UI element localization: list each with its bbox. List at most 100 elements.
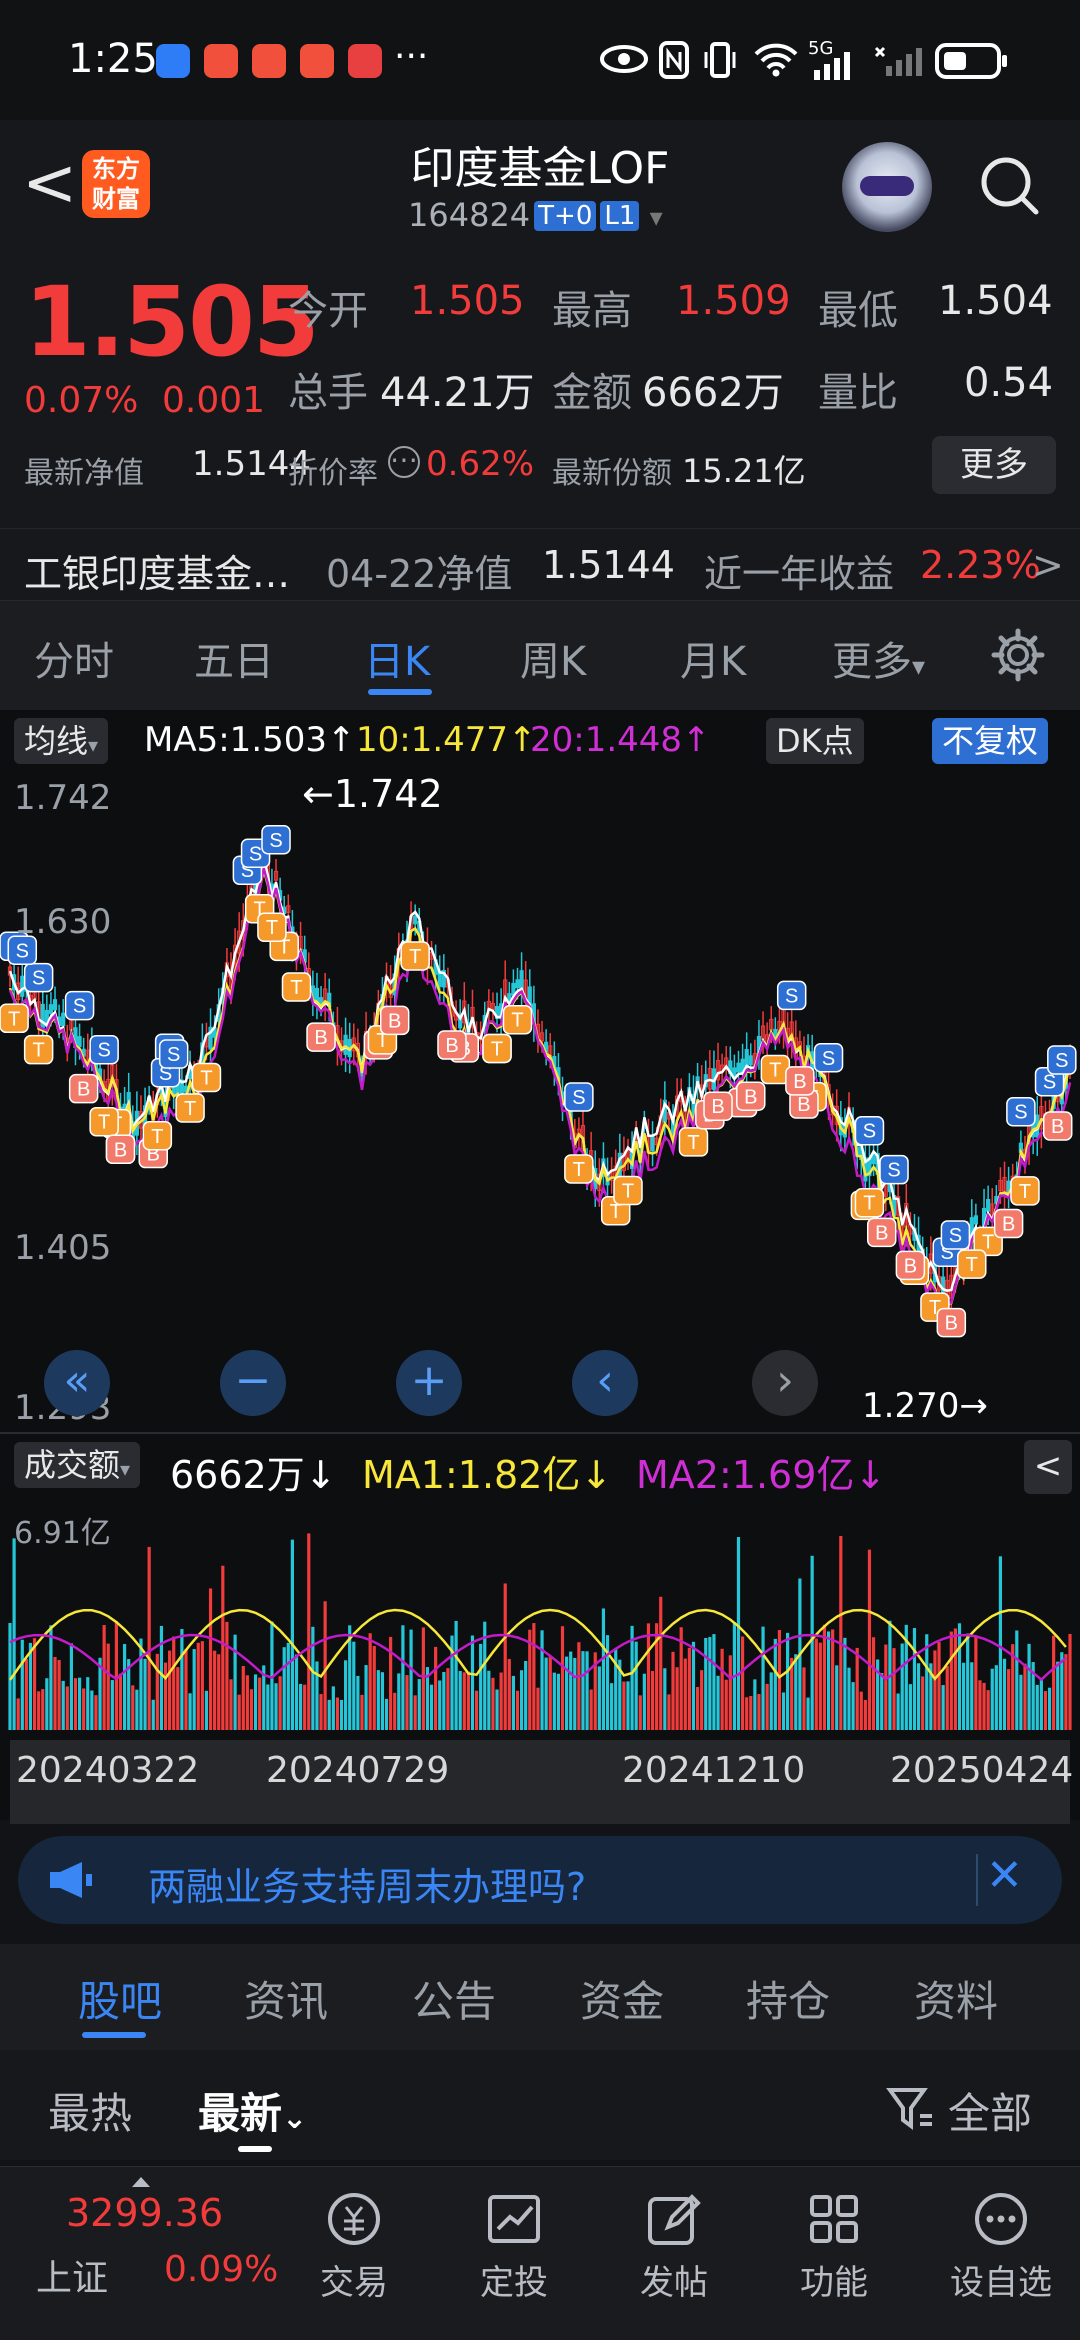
tab-announcements[interactable]: 公告 [412, 1968, 496, 2029]
volume-bar [753, 1679, 757, 1730]
candle [650, 1121, 655, 1167]
shares-value: 15.21亿 [682, 452, 806, 490]
tab-capital[interactable]: 资金 [580, 1968, 664, 2029]
volume-bar [822, 1624, 827, 1730]
candlestick-chart[interactable]: TSSSBBSTBTTTBSSTBTTTTTSBTBSSTTBSSBBBSTTS… [0, 774, 1080, 1434]
info-icon[interactable]: ⋯ [388, 446, 420, 478]
signal-marker: T [191, 1062, 222, 1093]
tab-news[interactable]: 资讯 [244, 1968, 328, 2029]
expand-up-icon[interactable] [132, 2177, 150, 2187]
volume-bar [769, 1672, 773, 1730]
index-value[interactable]: 3299.36 [66, 2191, 223, 2235]
tab-five-day[interactable]: 五日 [194, 629, 274, 687]
baidu-icon [156, 44, 190, 78]
signal-marker: S [158, 1039, 189, 1069]
tab-more[interactable]: 更多▾ [832, 629, 925, 687]
ma5-value: MA5:1.503↑ [144, 720, 356, 760]
signal-marker: B [306, 1022, 336, 1052]
fund-code-line[interactable]: 164824 T+0 L1 ▾ [408, 196, 663, 234]
volume-bar [454, 1620, 458, 1730]
more-circle-icon [975, 2193, 1027, 2245]
volume-bar [511, 1675, 515, 1730]
nav-post-label: 发帖 [640, 2263, 708, 2303]
more-button[interactable]: 更多 [932, 436, 1056, 494]
volume-bar [736, 1537, 741, 1730]
ma-selector[interactable]: 均线▾ [14, 718, 109, 764]
volume-bar [118, 1673, 123, 1730]
nav-functions[interactable]: 功能 [784, 2177, 884, 2304]
svg-text:T: T [863, 1193, 875, 1215]
svg-text:S: S [1043, 1072, 1056, 1094]
close-icon[interactable]: ✕ [986, 1850, 1023, 1901]
nav-post[interactable]: 发帖 [624, 2177, 724, 2304]
volume-bar [28, 1642, 33, 1730]
scroll-start-button[interactable]: « [44, 1350, 110, 1416]
signal-marker: S [261, 825, 291, 855]
search-icon[interactable] [978, 154, 1042, 218]
tab-intraday[interactable]: 分时 [34, 629, 114, 687]
scroll-right-button[interactable]: › [752, 1350, 818, 1416]
sort-latest[interactable]: 最新⌄ [198, 2080, 307, 2141]
signal-marker: S [776, 980, 807, 1011]
zoom-out-button[interactable]: − [220, 1350, 286, 1416]
nav-trade-label: 交易 [320, 2263, 388, 2303]
signal-marker: T [281, 972, 312, 1002]
sort-hot[interactable]: 最热 [48, 2080, 132, 2141]
volume-bar [847, 1667, 851, 1730]
tab-weekly-k[interactable]: 周K [520, 629, 586, 687]
y-axis-max: 1.742 [14, 778, 112, 818]
volume-bar [802, 1667, 806, 1730]
tab-forum[interactable]: 股吧 [78, 1968, 162, 2029]
volume-indicator-selector[interactable]: 成交额▾ [14, 1442, 141, 1488]
dk-point-button[interactable]: DK点 [766, 718, 864, 764]
chevron-down-icon: ⌄ [282, 2101, 308, 2136]
svg-text:B: B [904, 1255, 917, 1277]
turnover-ma1: MA1:1.82亿↓ [362, 1453, 613, 1497]
gear-icon[interactable] [990, 627, 1046, 683]
signal-marker: T [142, 1121, 173, 1151]
volume-bar [163, 1662, 168, 1730]
volume-bar [110, 1680, 114, 1730]
volume-bar [626, 1681, 630, 1730]
volume-bar [855, 1647, 859, 1730]
filter-all[interactable]: 全部 [948, 2080, 1032, 2141]
tab-profile[interactable]: 资料 [914, 1968, 998, 2029]
promo-banner[interactable]: 两融业务支持周末办理吗? ✕ [18, 1836, 1062, 1924]
volume-bar [532, 1623, 536, 1730]
nav-add-watchlist[interactable]: 设自选 [946, 2177, 1056, 2304]
kline-chart-panel[interactable]: 均线▾ MA5:1.503↑ 10:1.477↑ 20:1.448↑ DK点 不… [0, 710, 1080, 1824]
content-tabs: 股吧 资讯 公告 资金 持仓 资料 [0, 1944, 1080, 2050]
clock: 1:25 [68, 36, 158, 82]
change-amount: 0.001 [162, 380, 266, 421]
signal-marker: S [1047, 1045, 1077, 1075]
scroll-left-button[interactable]: ‹ [572, 1350, 638, 1416]
adjust-rights-button[interactable]: 不复权 [932, 718, 1049, 764]
open-value: 1.505 [410, 278, 525, 324]
signal-marker: T [957, 1249, 987, 1279]
tab-daily-k[interactable]: 日K [364, 629, 430, 687]
fund-info-row[interactable]: 工银印度基金… 04-22净值 1.5144 近一年收益 2.23% > [0, 528, 1080, 600]
assistant-robot-icon[interactable] [842, 142, 932, 232]
signal-marker: S [23, 962, 54, 993]
candle [343, 1017, 348, 1073]
volume-bar [323, 1601, 327, 1730]
volume-bar [41, 1689, 45, 1730]
tab-monthly-k[interactable]: 月K [680, 629, 746, 687]
nav-auto-invest[interactable]: 定投 [464, 2177, 564, 2304]
volume-bar [245, 1675, 249, 1730]
max-price-marker: ←1.742 [302, 772, 443, 816]
svg-text:S: S [822, 1048, 835, 1070]
tab-holdings[interactable]: 持仓 [746, 1968, 830, 2029]
signal-marker: T [613, 1175, 643, 1206]
signal-marker: S [940, 1220, 971, 1250]
filter-icon[interactable] [886, 2084, 936, 2132]
collapse-button[interactable]: < [1024, 1440, 1072, 1494]
volume-bar [536, 1687, 540, 1730]
volume-bar [159, 1625, 164, 1730]
zoom-in-button[interactable]: + [396, 1350, 462, 1416]
signal-marker: T [564, 1154, 594, 1184]
volume-bar [814, 1638, 818, 1730]
svg-text:T: T [687, 1132, 699, 1154]
nav-trade[interactable]: 交易 [304, 2177, 404, 2304]
active-sort-indicator [238, 2146, 272, 2152]
